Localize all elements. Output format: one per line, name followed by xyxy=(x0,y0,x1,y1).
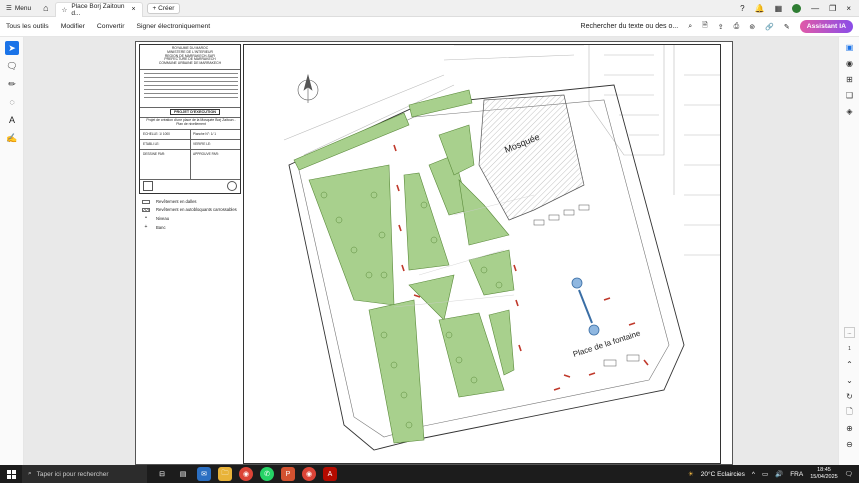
volume-icon[interactable]: 🔊 xyxy=(775,470,783,478)
mail-icon[interactable]: ✉ xyxy=(197,467,211,481)
toolbar-edit[interactable]: Modifier xyxy=(61,23,85,30)
legend-item: • Niveau xyxy=(142,215,241,221)
toolbar-all-tools[interactable]: Tous les outils xyxy=(6,23,49,30)
green-area-large-southwest xyxy=(368,299,425,444)
save-icon[interactable]: 🗎 xyxy=(702,21,708,32)
pages-icon[interactable]: ❑ xyxy=(844,90,855,101)
zoom-out-icon[interactable]: ⊖ xyxy=(844,439,855,450)
tab-document[interactable]: ☆ Place Borj Zaitoun d... × xyxy=(54,1,143,17)
legend-item: Revêtement en dalles xyxy=(142,199,241,204)
toolbar-convert[interactable]: Convertir xyxy=(97,23,125,30)
bookmark-icon[interactable]: ⊞ xyxy=(844,74,855,85)
page-current[interactable]: ... xyxy=(844,327,855,338)
legend-item: Revêtement en autobloquants carrossables xyxy=(142,207,241,212)
select-cursor-icon[interactable]: ➤ xyxy=(5,41,19,55)
pdf-page: ROYAUME DU MAROC MINISTERE DE L'INTERIEU… xyxy=(135,41,733,465)
mosque-footprint xyxy=(478,94,585,221)
powerpoint-icon[interactable]: P xyxy=(281,467,295,481)
right-tool-rail: ▣ ◉ ⊞ ❑ ◈ ... 1 ⌃ ⌄ ↻ 🗋 ⊕ ⊖ xyxy=(838,37,859,465)
windows-taskbar: ⌕ Taper ici pour rechercher ⊟ ▤ ✉ 🗀 ◉ ✆ … xyxy=(0,465,859,483)
tray-chevron-icon[interactable]: ^ xyxy=(752,471,755,478)
north-arrow-icon xyxy=(297,73,319,103)
windows-logo-icon xyxy=(6,469,16,479)
chrome-icon-2[interactable]: ◉ xyxy=(302,467,316,481)
refresh-icon[interactable]: ↻ xyxy=(844,391,855,402)
project-label: PROJET D'EXECUTION xyxy=(170,109,221,115)
layers-icon[interactable]: ◈ xyxy=(844,106,855,117)
ai-panel-icon[interactable]: ▣ xyxy=(844,42,855,53)
ai-assistant-button[interactable]: Assistant IA xyxy=(799,20,853,33)
chrome-icon[interactable]: ◉ xyxy=(239,467,253,481)
level-dot-icon: • xyxy=(145,215,147,221)
site-plan: Mosquée Place de la fontaine xyxy=(243,44,721,464)
share-icon[interactable]: ⊚ xyxy=(749,23,755,31)
system-clock[interactable]: 18:45 15/04/2025 xyxy=(810,467,838,481)
task-view-icon[interactable]: ⊟ xyxy=(155,467,169,481)
avatar[interactable] xyxy=(792,3,802,13)
legend: Revêtement en dalles Revêtement en autob… xyxy=(139,196,241,233)
logo-left xyxy=(143,181,153,191)
weather-text[interactable]: 20°C Eclaircies xyxy=(701,471,745,478)
place-fontaine-label: Place de la fontaine xyxy=(572,328,642,358)
link-icon[interactable]: 🔗 xyxy=(765,23,774,31)
whatsapp-icon[interactable]: ✆ xyxy=(260,467,274,481)
green-area-large-west xyxy=(308,164,395,306)
browser-menu-button[interactable]: ☰ Menu xyxy=(0,4,37,13)
start-button[interactable] xyxy=(0,469,22,479)
weather-icon: ☀ xyxy=(687,471,694,478)
acrobat-icon[interactable]: A xyxy=(323,467,337,481)
text-box-icon[interactable]: A xyxy=(5,113,19,127)
help-icon[interactable]: ? xyxy=(740,4,744,13)
left-tool-rail: ➤ 🗨 ✏ ◌ A ✍ xyxy=(0,37,24,465)
search-icon[interactable]: ⌕ xyxy=(688,23,692,31)
file-explorer-icon[interactable]: 🗀 xyxy=(218,467,232,481)
upload-icon[interactable]: ⇪ xyxy=(718,23,724,31)
document-viewer[interactable]: ROYAUME DU MAROC MINISTERE DE L'INTERIEU… xyxy=(24,37,838,465)
zoom-in-icon[interactable]: ⊕ xyxy=(844,423,855,434)
document-icon[interactable]: 🗋 xyxy=(844,407,855,418)
plan-title: Projet de création d'une place de la Mos… xyxy=(146,118,236,126)
browser-tab-bar: ☰ Menu ⌂ ☆ Place Borj Zaitoun d... × + C… xyxy=(0,0,859,17)
site-plan-drawing: Mosquée Place de la fontaine xyxy=(283,45,720,451)
hamburger-icon: ☰ xyxy=(6,5,12,12)
toolbar-sign[interactable]: Signer électroniquement xyxy=(136,23,210,30)
bench-cross-icon: + xyxy=(144,224,148,230)
close-icon[interactable]: × xyxy=(131,6,135,13)
apps-grid-icon[interactable]: ▦ xyxy=(775,4,783,13)
new-tab-button[interactable]: + Créer xyxy=(146,2,181,14)
window-close-icon[interactable]: × xyxy=(846,4,851,13)
stamp-icon[interactable]: ✍ xyxy=(5,131,19,145)
legend-swatch-hatch xyxy=(142,207,150,212)
comments-panel-icon[interactable]: ◉ xyxy=(844,58,855,69)
page-total: 1 xyxy=(848,345,851,352)
bell-icon[interactable]: 🔔 xyxy=(755,4,765,13)
print-icon[interactable]: ⎙ xyxy=(734,23,740,31)
pen-icon[interactable]: ✎ xyxy=(784,23,790,31)
minimize-icon[interactable]: — xyxy=(811,4,819,13)
taskbar-search[interactable]: ⌕ Taper ici pour rechercher xyxy=(22,465,147,483)
search-text[interactable]: Rechercher du texte ou des o... xyxy=(581,23,679,30)
notification-icon[interactable]: 🗨 xyxy=(845,470,853,478)
widgets-icon[interactable]: ▤ xyxy=(176,467,190,481)
app-toolbar: Tous les outils Modifier Convertir Signe… xyxy=(0,17,859,37)
star-icon: ☆ xyxy=(61,6,68,14)
chevron-up-icon[interactable]: ⌃ xyxy=(844,359,855,370)
legend-swatch-plain xyxy=(142,199,150,204)
home-icon[interactable]: ⌂ xyxy=(37,3,54,13)
search-icon: ⌕ xyxy=(28,470,32,477)
comment-icon[interactable]: 🗨 xyxy=(5,59,19,73)
legend-item: + Banc xyxy=(142,224,241,230)
logo-right xyxy=(227,181,237,191)
network-icon[interactable]: ▭ xyxy=(762,470,768,478)
pencil-icon[interactable]: ✏ xyxy=(5,77,19,91)
language-indicator[interactable]: FRA xyxy=(790,471,803,478)
lasso-icon[interactable]: ◌ xyxy=(5,95,19,109)
chevron-down-icon[interactable]: ⌄ xyxy=(844,375,855,386)
restore-icon[interactable]: ❐ xyxy=(829,4,836,13)
title-block: ROYAUME DU MAROC MINISTERE DE L'INTERIEU… xyxy=(139,44,241,194)
fountain-symbols xyxy=(571,277,600,336)
